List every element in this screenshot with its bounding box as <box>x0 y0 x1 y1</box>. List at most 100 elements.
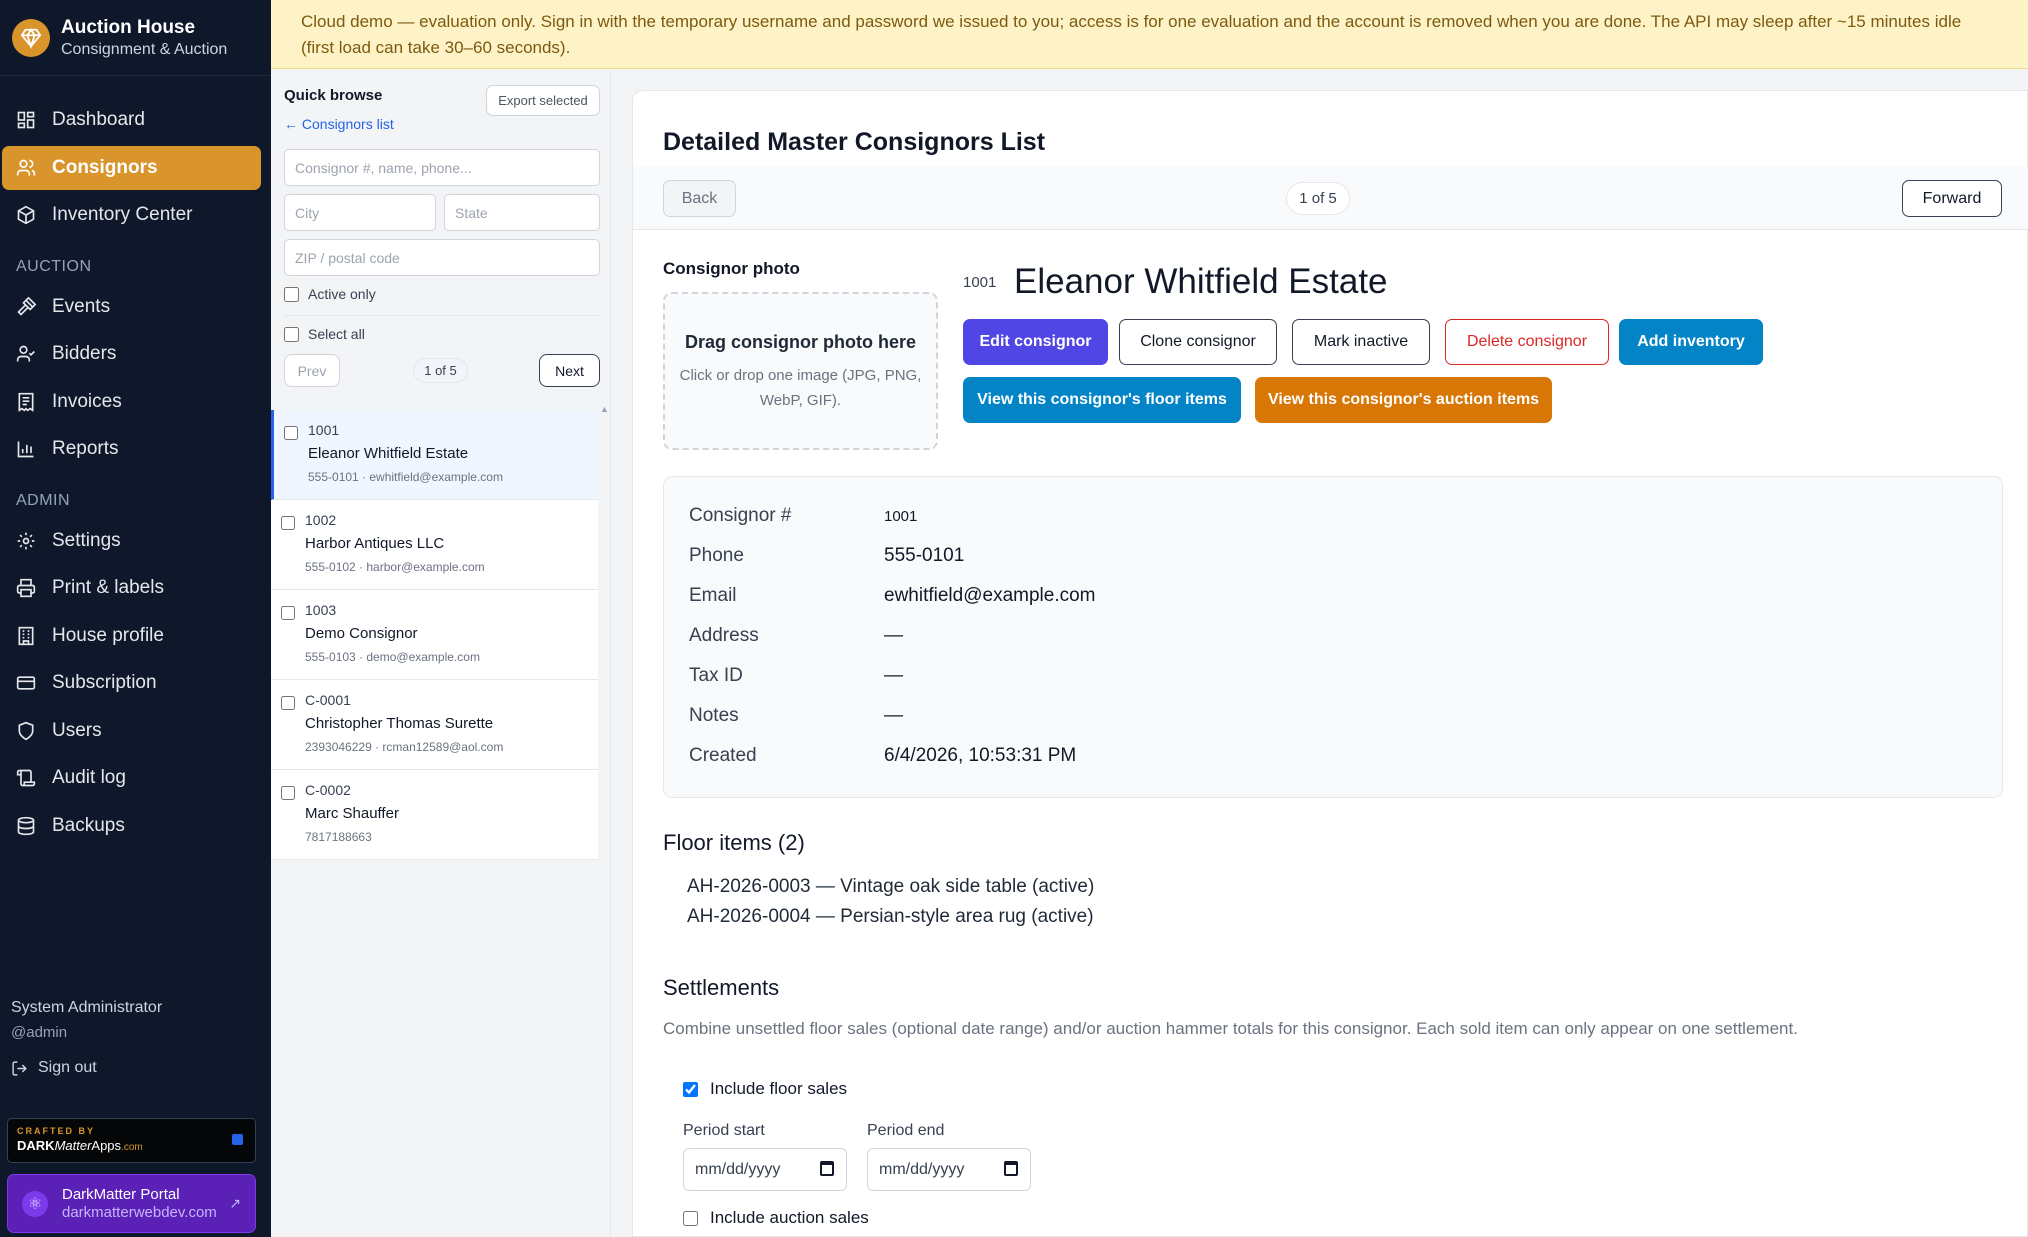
calendar-icon[interactable] <box>820 1161 834 1176</box>
row-checkbox[interactable] <box>281 696 295 710</box>
nav-print-labels[interactable]: Print & labels <box>2 566 261 610</box>
scroll-up-icon[interactable]: ▲ <box>600 404 609 414</box>
nav-events[interactable]: Events <box>2 285 261 329</box>
export-selected-button[interactable]: Export selected <box>486 85 600 116</box>
include-auction-sales-toggle[interactable]: Include auction sales <box>683 1208 869 1228</box>
dropzone-hint: Click or drop one image (JPG, PNG, WebP,… <box>679 367 922 409</box>
state-input[interactable] <box>444 194 600 231</box>
active-only-label: Active only <box>308 286 376 302</box>
forward-button[interactable]: Forward <box>1902 180 2002 217</box>
list-item-meta: 555-0101 · ewhitfield@example.com <box>308 470 503 484</box>
detail-row-address: Address — <box>689 621 903 651</box>
mark-inactive-button[interactable]: Mark inactive <box>1292 319 1430 365</box>
clone-consignor-button[interactable]: Clone consignor <box>1119 319 1277 365</box>
scroll-icon <box>16 769 36 787</box>
sign-out-label: Sign out <box>38 1059 97 1076</box>
zip-input[interactable] <box>284 239 600 276</box>
nav-backups[interactable]: Backups <box>2 804 261 848</box>
select-all-checkbox[interactable] <box>284 326 299 342</box>
calendar-icon[interactable] <box>1004 1161 1018 1176</box>
nav-section-admin: ADMIN <box>16 491 71 509</box>
crafted-by-label: CRAFTED BY <box>17 1126 95 1136</box>
list-item-name: Marc Shauffer <box>305 805 399 822</box>
brand[interactable]: Auction House Consignment & Auction <box>0 0 271 76</box>
sign-out-link[interactable]: Sign out <box>11 1059 97 1077</box>
view-floor-items-button[interactable]: View this consignor's floor items <box>963 377 1241 423</box>
row-checkbox[interactable] <box>281 516 295 530</box>
crafted-brand: DARKMatterApps.com <box>17 1138 143 1153</box>
nav-subscription[interactable]: Subscription <box>2 661 261 705</box>
list-item-name: Christopher Thomas Surette <box>305 715 494 732</box>
include-floor-sales-checkbox[interactable] <box>683 1081 698 1097</box>
list-item-number: 1001 <box>308 422 340 438</box>
row-checkbox[interactable] <box>284 426 298 440</box>
period-start-value: mm/dd/yyyy <box>695 1160 781 1178</box>
sign-out-icon <box>12 1060 27 1076</box>
detail-label: Address <box>689 625 759 646</box>
list-item[interactable]: C-0001 Christopher Thomas Surette 239304… <box>271 680 598 770</box>
active-only-toggle[interactable]: Active only <box>284 286 376 302</box>
nav-bidders-label: Bidders <box>52 343 117 364</box>
nav-inventory[interactable]: Inventory Center <box>2 193 261 237</box>
select-all-label: Select all <box>308 326 365 342</box>
period-end-label: Period end <box>867 1122 945 1139</box>
list-item[interactable]: C-0002 Marc Shauffer 7817188663 <box>271 770 598 860</box>
include-floor-sales-toggle[interactable]: Include floor sales <box>683 1079 847 1099</box>
include-auction-sales-checkbox[interactable] <box>683 1210 698 1226</box>
main-nav: Dashboard Consignors Inventory Center AU… <box>0 98 271 851</box>
view-auction-items-button[interactable]: View this consignor's auction items <box>1255 377 1552 423</box>
list-item-meta: 2393046229 · rcman12589@aol.com <box>305 740 504 754</box>
user-handle: @admin <box>11 1024 68 1041</box>
search-input[interactable] <box>284 149 600 186</box>
nav-events-label: Events <box>52 295 111 317</box>
consignor-number: 1001 <box>963 274 997 291</box>
row-checkbox[interactable] <box>281 606 295 620</box>
nav-subscription-label: Subscription <box>52 672 157 693</box>
back-button[interactable]: Back <box>663 180 736 217</box>
detail-value: — <box>884 625 903 646</box>
active-only-checkbox[interactable] <box>284 286 299 302</box>
period-start-input[interactable]: mm/dd/yyyy <box>683 1148 847 1191</box>
consignors-list-link[interactable]: ← Consignors list <box>284 116 394 132</box>
demo-banner: Cloud demo — evaluation only. Sign in wi… <box>271 0 2028 69</box>
list-item-number: 1003 <box>305 602 337 618</box>
list-item[interactable]: 1002 Harbor Antiques LLC 555-0102 · harb… <box>271 500 598 590</box>
detail-value: — <box>884 665 903 686</box>
nav-print-labels-label: Print & labels <box>52 577 164 598</box>
prev-button[interactable]: Prev <box>284 354 340 387</box>
floor-item: AH-2026-0004 — Persian-style area rug (a… <box>687 906 1094 927</box>
nav-users[interactable]: Users <box>2 709 261 753</box>
nav-consignors-label: Consignors <box>52 156 158 178</box>
nav-house-profile[interactable]: House profile <box>2 614 261 658</box>
add-inventory-button[interactable]: Add inventory <box>1619 319 1763 365</box>
nav-bidders[interactable]: Bidders <box>2 332 261 376</box>
gem-logo-icon <box>12 18 50 57</box>
list-item[interactable]: 1003 Demo Consignor 555-0103 · demo@exam… <box>271 590 598 680</box>
photo-dropzone[interactable]: Drag consignor photo here Click or drop … <box>663 292 938 450</box>
list-item-name: Eleanor Whitfield Estate <box>308 445 469 462</box>
nav-consignors[interactable]: Consignors <box>2 145 261 190</box>
edit-consignor-button[interactable]: Edit consignor <box>963 319 1108 365</box>
list-item[interactable]: 1001 Eleanor Whitfield Estate 555-0101 ·… <box>271 410 598 500</box>
period-end-input[interactable]: mm/dd/yyyy <box>867 1148 1031 1191</box>
row-checkbox[interactable] <box>281 786 295 800</box>
sidebar: Auction House Consignment & Auction Dash… <box>0 0 271 1237</box>
user-check-icon <box>16 345 35 362</box>
select-all-toggle[interactable]: Select all <box>284 326 365 342</box>
external-link-icon <box>232 1134 243 1145</box>
nav-dashboard[interactable]: Dashboard <box>2 98 261 142</box>
nav-audit-log[interactable]: Audit log <box>2 756 261 800</box>
nav-settings[interactable]: Settings <box>2 519 261 563</box>
next-button[interactable]: Next <box>539 354 600 387</box>
nav-invoices[interactable]: Invoices <box>2 380 261 424</box>
database-icon <box>17 816 35 835</box>
delete-consignor-button[interactable]: Delete consignor <box>1445 319 1609 365</box>
consignor-detail-panel: Detailed Master Consignors List Back 1 o… <box>632 90 2028 1237</box>
city-input[interactable] <box>284 194 436 231</box>
list-item-meta: 555-0103 · demo@example.com <box>305 650 480 664</box>
crafted-by-badge[interactable]: CRAFTED BY DARKMatterApps.com <box>7 1118 256 1163</box>
consignor-details: Consignor # 1001 Phone 555-0101 Email ew… <box>663 476 2003 798</box>
nav-reports[interactable]: Reports <box>2 427 261 471</box>
darkmatter-portal-link[interactable]: ⚛ DarkMatter Portal darkmatterwebdev.com… <box>7 1174 256 1233</box>
settlements-heading: Settlements <box>663 975 780 1000</box>
